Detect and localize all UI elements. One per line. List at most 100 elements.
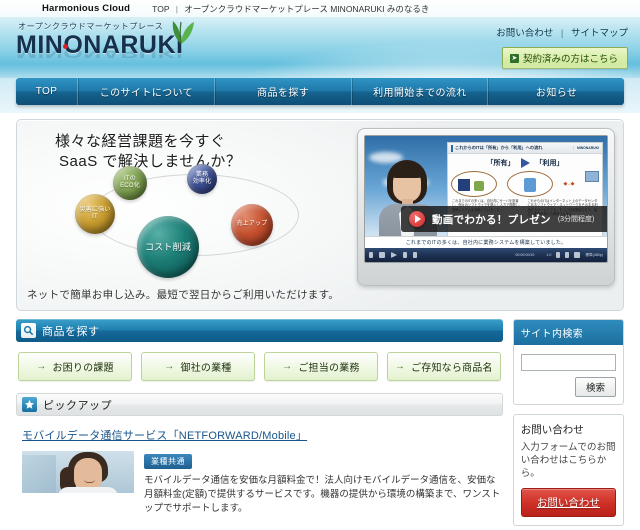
header-link-divider: | [560, 28, 564, 39]
search-button-duty[interactable]: → ご担当の業務 [263, 352, 378, 381]
fullscreen-icon[interactable] [574, 252, 581, 258]
volume-icon[interactable] [556, 252, 561, 258]
bubble-it-eco: ITの ECO化 [113, 166, 147, 200]
contact-box: お問い合わせ 入力フォームでのお問い合わせはこちらから。 お問い合わせ [512, 413, 624, 526]
mute-icon[interactable] [565, 252, 570, 258]
global-navigation-wrapper: TOP このサイトについて 商品を探す 利用開始までの流れ お知らせ [0, 78, 640, 113]
video-controls[interactable]: 00:00:00/10 1.0 標準(480p) [365, 248, 607, 262]
arrow-right-icon: → [282, 361, 293, 372]
product-search-buttons: → お困りの課題 → 御社の業種 → ご担当の業務 → ご存知なら商品名 [16, 352, 503, 381]
global-navigation: TOP このサイトについて 商品を探す 利用開始までの流れ お知らせ [16, 78, 624, 105]
search-button-issue-label: お困りの課題 [52, 363, 114, 374]
slide-own-illustration [451, 171, 498, 197]
search-glyph [23, 325, 34, 336]
search-button-product-name[interactable]: → ご存知なら商品名 [386, 352, 501, 381]
play-icon[interactable] [409, 211, 425, 227]
video-screen: これからのITは「所有」から「利用」への流れ MINONARUKI 「所有」 「… [364, 135, 608, 263]
product-search-heading: 商品を探す [16, 319, 503, 342]
site-logo[interactable]: オープンクラウドマーケットプレース MINONARUKI MINONARUKI [14, 21, 234, 78]
header-link-sitemap[interactable]: サイトマップ [571, 28, 628, 39]
nav-item-about[interactable]: このサイトについて [78, 78, 215, 105]
sidebar: サイト内検索 検索 お問い合わせ 入力フォームでのお問い合わせはこちらから。 お… [512, 319, 624, 526]
video-timecode: 00:00:00/10 [515, 253, 535, 257]
video-controls-right: 1.0 標準(480p) [546, 252, 603, 258]
video-overlay-duration: (3分間程度) [557, 216, 595, 223]
search-icon [21, 323, 36, 338]
video-overlay-label: 動画でわかる！プレゼン [432, 213, 551, 226]
page-root: Harmonious Cloud TOP | オープンクラウドマーケットプレース… [0, 0, 640, 530]
site-search-box: サイト内検索 検索 [512, 319, 624, 405]
search-button-industry[interactable]: → 御社の業種 [140, 352, 255, 381]
header-link-contact[interactable]: お問い合わせ [496, 28, 553, 39]
search-submit-button[interactable]: 検索 [574, 376, 616, 397]
pickup-product-link[interactable]: モバイルデータ通信サービス「NETFORWARD/Mobile」 [16, 427, 503, 443]
previous-icon[interactable] [369, 252, 373, 258]
contact-button[interactable]: お問い合わせ [520, 487, 616, 517]
slide-keyword-own: 「所有」 [486, 160, 515, 167]
top-breadcrumb-bar: Harmonious Cloud TOP | オープンクラウドマーケットプレース… [0, 0, 640, 17]
header-links: お問い合わせ | サイトマップ [496, 25, 628, 39]
photo-shoulders [58, 487, 118, 493]
nav-item-search-products[interactable]: 商品を探す [214, 78, 352, 105]
nav-item-top[interactable]: TOP [16, 78, 78, 105]
video-playback-rate[interactable]: 1.0 [546, 253, 551, 257]
video-player[interactable]: これからのITは「所有」から「利用」への流れ MINONARUKI 「所有」 「… [357, 128, 615, 286]
slide-header: これからのITは「所有」から「利用」への流れ MINONARUKI [448, 143, 602, 154]
pickup-description: モバイルデータ通信を安価な月額料金で！法人向けモバイルデータ通信を、安価な月額料… [144, 475, 501, 514]
user-icon [524, 178, 537, 192]
star-icon [22, 397, 37, 412]
product-search-heading-label: 商品を探す [42, 325, 100, 338]
logo-reflection: MINONARUKI [16, 45, 184, 61]
star-glyph [24, 399, 35, 409]
pause-icon[interactable] [413, 252, 417, 258]
play-icon[interactable] [391, 252, 397, 258]
slide-illustration-row: ◆‥◆ [448, 171, 602, 197]
arrow-right-icon: → [164, 361, 175, 372]
search-button-duty-label: ご担当の業務 [298, 363, 360, 374]
hero-wrapper: 様々な経営課題を今すぐ SaaS で解決しませんか？ ITの ECO化 業務 効率化… [0, 113, 640, 311]
breadcrumb-current: オープンクラウドマーケットプレース MINONARUKI みのなるき [184, 3, 430, 14]
search-input[interactable] [520, 353, 616, 371]
search-button-product-name-label: ご存知なら商品名 [411, 363, 493, 374]
video-quality-label[interactable]: 標準(480p) [585, 253, 603, 258]
arrow-right-icon [520, 158, 530, 168]
search-button-issue[interactable]: → お困りの課題 [18, 352, 132, 381]
video-caption: これまでのITの多くは、自社内に業務システムを構築していました。 [365, 236, 607, 248]
stop-icon[interactable] [379, 252, 385, 258]
pickup-photo [22, 451, 134, 493]
contact-heading: お問い合わせ [520, 423, 584, 436]
hero-subtitle: ネットで簡単お申し込み。最短で翌日からご利用いただけます。 [27, 289, 340, 301]
breadcrumb: TOP | オープンクラウドマーケットプレース MINONARUKI みのなるき [152, 3, 429, 15]
video-play-overlay[interactable]: 動画でわかる！プレゼン (3分間程度) [401, 206, 607, 232]
hero-title-line1: 様々な経営課題を今すぐ [55, 133, 226, 150]
arrow-right-icon: → [36, 361, 47, 372]
product-search-section: 商品を探す → お困りの課題 → 御社の業種 → ご担当の業務 → ご存知なら商… [16, 319, 503, 381]
building-background [22, 455, 56, 493]
slide-logo: MINONARUKI [572, 146, 599, 150]
breadcrumb-home[interactable]: TOP [152, 4, 169, 14]
hero-banner: 様々な経営課題を今すぐ SaaS で解決しませんか？ ITの ECO化 業務 効率化… [16, 119, 624, 311]
pickup-heading-label: ピックアップ [43, 399, 112, 412]
server-rack-icon [458, 179, 471, 191]
nav-item-news[interactable]: お知らせ [488, 78, 624, 105]
slide-keyword-use: 「利用」 [535, 160, 564, 167]
nav-item-getting-started[interactable]: 利用開始までの流れ [351, 78, 489, 105]
leaf-icon [172, 21, 194, 45]
slide-header-bar-icon [451, 144, 453, 152]
site-header: オープンクラウドマーケットプレース MINONARUKI MINONARUKI … [0, 17, 640, 78]
next-icon[interactable] [403, 252, 407, 258]
header-utility-area: お問い合わせ | サイトマップ ➤ 契約済みの方はこちら [496, 25, 628, 69]
slide-header-title: これからのITは「所有」から「利用」への流れ [455, 145, 543, 150]
connection-dots-icon: ◆‥◆ [563, 181, 575, 187]
site-search-heading: サイト内検索 [513, 320, 623, 345]
search-button-industry-label: 御社の業種 [180, 363, 232, 374]
people-icon [474, 181, 485, 191]
pickup-item: 業種共通 モバイルデータ通信を安価な月額料金で！法人向けモバイルデータ通信を、安… [16, 451, 503, 516]
pickup-heading: ピックアップ [16, 393, 503, 416]
play-triangle [415, 215, 421, 223]
presenter-fringe [391, 164, 423, 178]
pickup-section: ピックアップ モバイルデータ通信サービス「NETFORWARD/Mobile」 … [16, 393, 503, 516]
contact-text: 入力フォームでのお問い合わせはこちらから。 [520, 441, 616, 479]
contracted-users-button[interactable]: ➤ 契約済みの方はこちら [501, 47, 628, 69]
bubble-efficiency: 業務 効率化 [187, 164, 217, 194]
